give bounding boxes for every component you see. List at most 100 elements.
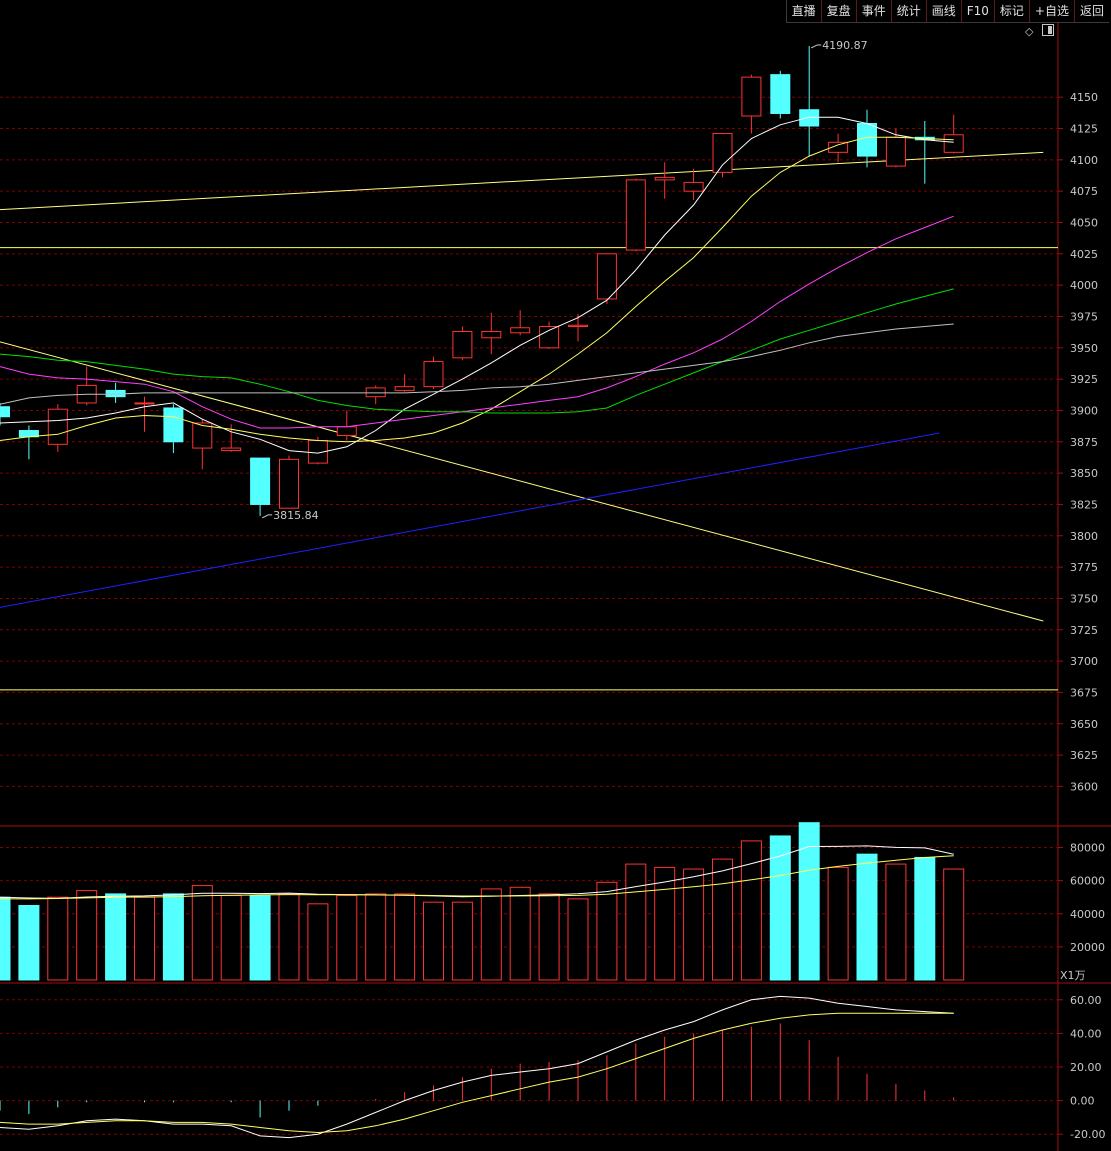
- price-axis-tick-label: 4000: [1070, 279, 1098, 292]
- volume-bar: [625, 863, 647, 981]
- candle-body: [770, 74, 791, 114]
- volume-bar: [336, 895, 358, 981]
- volume-bar: [278, 893, 300, 981]
- extreme-price-label: 3815.84: [273, 509, 319, 522]
- macd-axis-tick-label: 40.00: [1070, 1027, 1102, 1040]
- candle-body: [452, 331, 473, 359]
- toolbar-events-button[interactable]: 事件: [855, 0, 891, 22]
- candle-body: [423, 361, 444, 388]
- volume-bar: [856, 853, 878, 981]
- candle-body: [0, 406, 10, 418]
- volume-axis-tick-label: 80000: [1070, 842, 1105, 855]
- volume-bar: [654, 866, 676, 981]
- toolbar-add-watchlist-button[interactable]: +自选: [1028, 0, 1074, 22]
- price-axis-tick-label: 3850: [1070, 467, 1098, 480]
- toolbar-replay-button[interactable]: 复盘: [820, 0, 856, 22]
- price-axis-tick-label: 4025: [1070, 248, 1098, 261]
- candle-body: [250, 457, 271, 505]
- toolbar-stats-button[interactable]: 统计: [890, 0, 926, 22]
- volume-bar: [18, 904, 40, 981]
- price-axis-tick-label: 3825: [1070, 498, 1098, 511]
- candle-body: [741, 76, 762, 117]
- candle-body: [365, 387, 386, 398]
- volume-bar: [596, 881, 618, 981]
- candle-body: [279, 458, 299, 509]
- macd-axis-tick-label: 20.00: [1070, 1061, 1102, 1074]
- candle-body: [163, 407, 184, 443]
- volume-bar: [394, 893, 416, 981]
- volume-bar: [47, 896, 69, 981]
- candle-body: [221, 447, 242, 452]
- volume-bar: [162, 893, 184, 981]
- volume-bar: [307, 903, 329, 981]
- toolbar-draw-line-button[interactable]: 画线: [925, 0, 961, 22]
- window-toggle-icon[interactable]: [1042, 24, 1054, 39]
- price-axis-tick-label: 4050: [1070, 217, 1098, 230]
- volume-bar: [365, 893, 387, 981]
- price-axis-tick-label: 3950: [1070, 342, 1098, 355]
- candle-body: [712, 133, 733, 173]
- candle-body: [539, 326, 560, 349]
- diamond-icon[interactable]: ◇: [1025, 25, 1033, 38]
- candle-body: [596, 253, 617, 300]
- candle-body: [654, 176, 675, 181]
- macd-axis-tick-label: 60.00: [1070, 994, 1102, 1007]
- price-axis-tick-label: 3750: [1070, 592, 1098, 605]
- candle-body: [683, 181, 704, 192]
- candle-body: [799, 109, 820, 127]
- toolbar-f10-button[interactable]: F10: [960, 0, 994, 22]
- volume-bar: [249, 895, 271, 981]
- volume-axis-tick-label: 60000: [1070, 875, 1105, 888]
- price-axis-tick-label: 3800: [1070, 530, 1098, 543]
- candle-body: [943, 134, 964, 153]
- candle-body: [47, 408, 68, 445]
- volume-bar: [567, 898, 589, 981]
- price-axis-tick-label: 4075: [1070, 185, 1098, 198]
- price-axis-tick-label: 3975: [1070, 310, 1098, 323]
- candle-body: [510, 327, 531, 334]
- extreme-price-label: 4190.87: [822, 39, 868, 52]
- volume-axis-tick-label: 20000: [1070, 941, 1105, 954]
- candle-body: [336, 426, 357, 437]
- volume-bar: [191, 885, 213, 981]
- stock-chart[interactable]: 4150 4125 4100 4075 4050 4025 4000 3975 3950 3925…: [0, 0, 1111, 1151]
- candle-body: [885, 136, 906, 167]
- price-axis-tick-label: 3775: [1070, 561, 1098, 574]
- candle-body: [394, 386, 415, 391]
- volume-bar: [885, 863, 907, 981]
- volume-bar: [134, 896, 155, 981]
- candle-body: [481, 331, 502, 339]
- macd-axis-tick-label: 0.00: [1070, 1095, 1095, 1108]
- candle-body: [568, 324, 588, 328]
- toolbar-back-button[interactable]: 返回: [1073, 0, 1109, 22]
- volume-bar: [943, 868, 965, 981]
- volume-bar: [538, 893, 560, 981]
- price-axis-tick-label: 3725: [1070, 624, 1098, 637]
- toolbar-live-button[interactable]: 直播: [785, 0, 821, 22]
- price-axis-tick-label: 3675: [1070, 686, 1098, 699]
- volume-axis-tick-label: 40000: [1070, 908, 1105, 921]
- price-axis-tick-label: 3875: [1070, 436, 1098, 449]
- volume-bar: [827, 866, 849, 981]
- volume-bar: [0, 896, 11, 981]
- price-axis-tick-label: 3625: [1070, 749, 1098, 762]
- macd-axis-tick-label: -20.00: [1070, 1128, 1105, 1141]
- price-axis-tick-label: 3600: [1070, 780, 1098, 793]
- price-axis-tick-label: 4150: [1070, 91, 1098, 104]
- price-axis-tick-label: 3650: [1070, 718, 1098, 731]
- price-axis-tick-label: 4125: [1070, 123, 1098, 136]
- price-axis-tick-label: 3925: [1070, 373, 1098, 386]
- toolbar-mark-button[interactable]: 标记: [993, 0, 1029, 22]
- price-axis-tick-label: 4100: [1070, 154, 1098, 167]
- volume-bar: [509, 886, 531, 981]
- candle-body: [857, 123, 877, 157]
- volume-bar: [105, 893, 127, 981]
- price-axis-tick-label: 3900: [1070, 404, 1098, 417]
- volume-bar: [480, 888, 502, 981]
- volume-bar: [423, 901, 444, 981]
- volume-unit-label: X1万: [1060, 969, 1086, 982]
- volume-bar: [220, 895, 242, 981]
- volume-bar: [76, 890, 98, 981]
- top-toolbar: 直播 复盘 事件 统计 画线 F10 标记 +自选 返回: [785, 0, 1109, 23]
- volume-bar: [451, 901, 473, 981]
